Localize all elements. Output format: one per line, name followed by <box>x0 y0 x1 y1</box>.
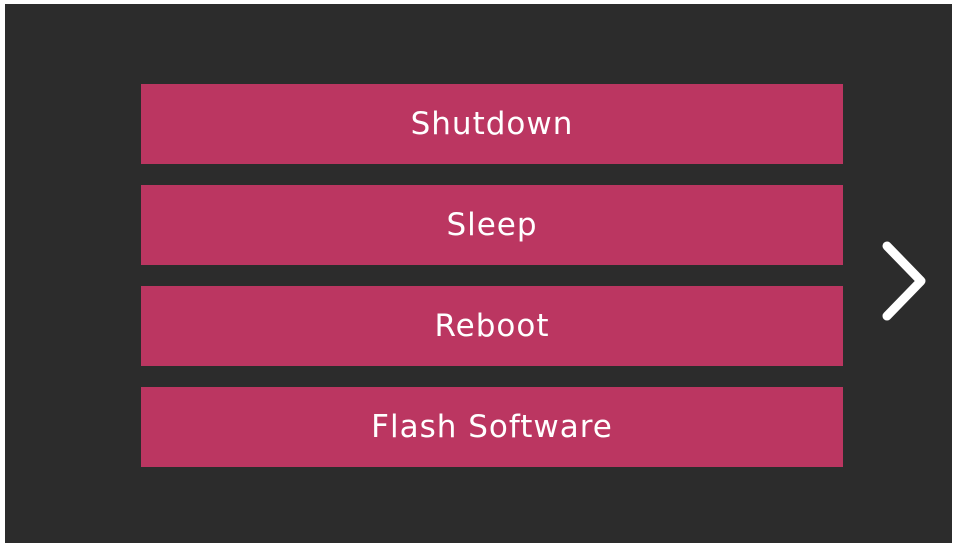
power-options-menu: Shutdown Sleep Reboot Flash Software <box>141 84 843 467</box>
next-page-button[interactable] <box>875 236 931 326</box>
power-menu-screen: Shutdown Sleep Reboot Flash Software <box>5 4 952 543</box>
sleep-button[interactable]: Sleep <box>141 185 843 265</box>
chevron-right-icon <box>882 241 926 321</box>
shutdown-button[interactable]: Shutdown <box>141 84 843 164</box>
flash-software-button[interactable]: Flash Software <box>141 387 843 467</box>
reboot-button[interactable]: Reboot <box>141 286 843 366</box>
